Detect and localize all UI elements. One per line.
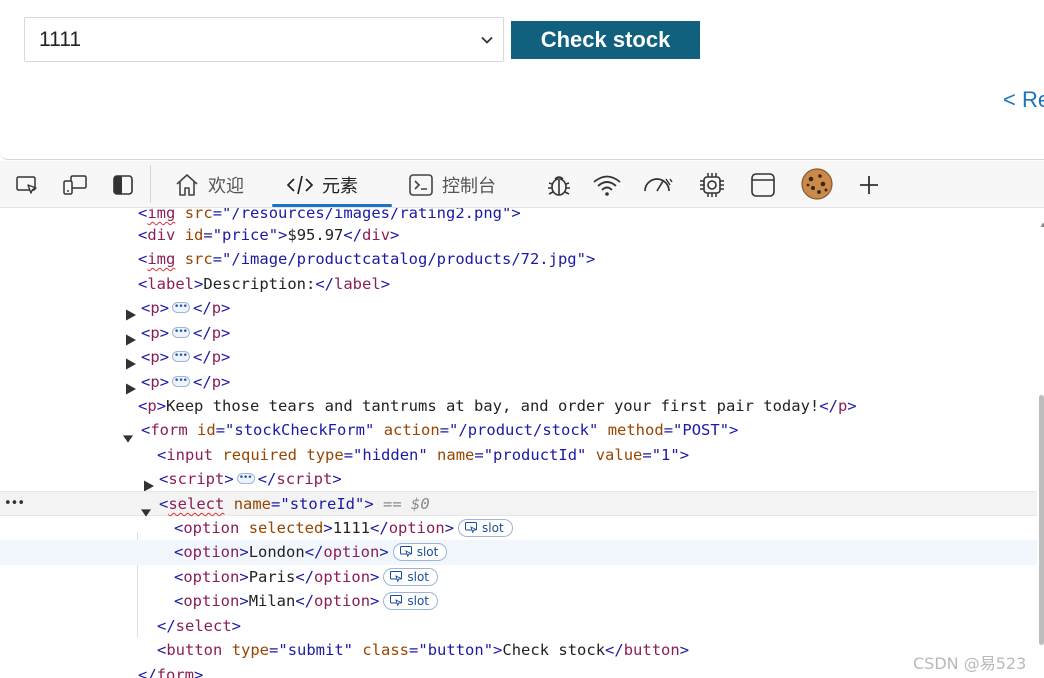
store-select-value: 1111	[39, 28, 82, 51]
code-icon	[286, 175, 314, 194]
more-actions-icon[interactable]: •••	[4, 492, 25, 517]
sidebar-toggle-icon[interactable]	[110, 172, 136, 198]
slot-badge[interactable]: slot	[392, 542, 448, 561]
performance-gauge-icon[interactable]	[642, 172, 674, 198]
watermark: CSDN @易523	[913, 654, 1027, 673]
tree-node-img-product[interactable]: <img src="/image/productcatalog/products…	[0, 247, 1037, 272]
tree-node-p-collapsed[interactable]: <p></p>	[0, 320, 1037, 346]
tree-node-form-close[interactable]: </form>	[0, 663, 1037, 678]
check-stock-button[interactable]: Check stock	[511, 21, 700, 59]
cookie-icon[interactable]	[800, 167, 834, 201]
tree-node-script[interactable]: <script></script>	[0, 466, 1037, 492]
tab-welcome-label: 欢迎	[208, 175, 244, 197]
tree-node-option[interactable]: <option>Paris</option> slot	[0, 565, 1037, 590]
tree-node-p-collapsed[interactable]: <p></p>	[0, 369, 1037, 395]
ellipsis-badge[interactable]	[172, 320, 191, 345]
application-window-icon[interactable]	[750, 172, 776, 198]
tab-elements-label: 元素	[322, 175, 358, 197]
ellipsis-badge[interactable]	[172, 295, 191, 320]
tree-node-button[interactable]: <button type="submit" class="button">Che…	[0, 638, 1037, 663]
tree-node-p-collapsed[interactable]: <p></p>	[0, 295, 1037, 321]
wifi-icon[interactable]	[592, 172, 622, 198]
tree-node-select-selected[interactable]: ••• <select name="storeId"> == $0	[0, 491, 1037, 517]
tree-node-option[interactable]: <option>Milan</option> slot	[0, 589, 1037, 614]
tab-console-label: 控制台	[442, 175, 496, 197]
tree-node-option[interactable]: <option selected>1111</option> slot	[0, 516, 1037, 541]
toolbar-divider	[150, 165, 151, 203]
scroll-up-arrow-icon[interactable]: ▲	[1039, 220, 1044, 229]
tree-node-p-text[interactable]: <p>Keep those tears and tantrums at bay,…	[0, 394, 1037, 419]
chevron-down-icon	[481, 36, 493, 44]
tree-node-input[interactable]: <input required type="hidden" name="prod…	[0, 443, 1037, 468]
elements-tree[interactable]: <img src="/resources/images/rating2.png"…	[0, 208, 1037, 678]
tab-welcome[interactable]: 欢迎	[174, 161, 244, 208]
web-page-area: 1111 Check stock < Re	[0, 0, 1044, 160]
slot-badge[interactable]: slot	[458, 518, 513, 537]
ellipsis-badge[interactable]	[172, 369, 191, 394]
inspect-icon[interactable]	[14, 172, 40, 198]
tree-node-label[interactable]: <label>Description:</label>	[0, 272, 1037, 297]
slot-badge[interactable]: slot	[383, 567, 439, 586]
scrollbar-thumb[interactable]	[1039, 395, 1044, 645]
bug-icon[interactable]	[544, 170, 574, 200]
ellipsis-badge[interactable]	[172, 344, 191, 369]
tree-node-form[interactable]: <form id="stockCheckForm" action="/produ…	[0, 418, 1037, 443]
home-icon	[176, 173, 198, 196]
tab-elements[interactable]: 元素	[286, 161, 358, 208]
plus-icon[interactable]	[856, 172, 882, 198]
tree-node-p-collapsed[interactable]: <p></p>	[0, 344, 1037, 370]
tree-node-option[interactable]: <option>London</option> slot	[0, 540, 1037, 565]
console-icon	[409, 173, 433, 196]
slot-badge[interactable]: slot	[383, 591, 439, 610]
tab-console[interactable]: 控制台	[408, 161, 496, 208]
devtools-toolbar: 欢迎 元素 控制台	[0, 161, 1044, 208]
ellipsis-badge[interactable]	[236, 466, 255, 491]
return-to-list-link[interactable]: < Re	[1003, 87, 1044, 113]
active-tab-indicator	[272, 204, 392, 207]
tree-node-div-price[interactable]: <div id="price">$95.97</div>	[0, 223, 1037, 248]
store-select[interactable]: 1111	[24, 17, 504, 62]
tree-node-select-close[interactable]: </select>	[0, 614, 1037, 639]
cpu-icon[interactable]	[697, 170, 727, 200]
device-emulation-icon[interactable]	[62, 172, 88, 198]
